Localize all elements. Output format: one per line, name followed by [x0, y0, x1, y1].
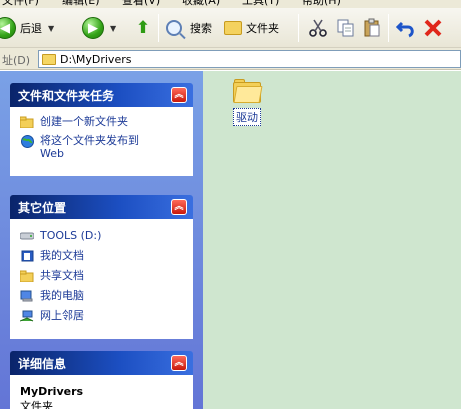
drive-icon — [20, 230, 34, 242]
task-publish-web-label: 将这个文件夹发布到 Web — [40, 134, 139, 160]
details-item-type: 文件夹 — [20, 400, 53, 409]
forward-button[interactable]: ▶ ▼ — [82, 15, 116, 41]
toolbar-separator — [158, 14, 159, 42]
details-title: 详细信息 — [18, 356, 67, 371]
globe-icon — [20, 134, 34, 148]
details-panel: 详细信息 ︽ MyDrivers 文件夹 — [10, 351, 193, 409]
folder-icon — [42, 53, 56, 65]
details-body: MyDrivers 文件夹 — [10, 375, 193, 409]
chevron-down-icon[interactable]: ▼ — [110, 24, 116, 33]
undo-icon — [396, 21, 414, 38]
folder-item[interactable]: 驱动 — [227, 79, 267, 126]
place-my-documents[interactable]: 我的文档 — [20, 249, 185, 262]
address-label: 址(D) — [2, 54, 31, 67]
place-my-documents-label: 我的文档 — [40, 249, 84, 262]
other-places-header[interactable]: 其它位置 ︽ — [10, 195, 193, 219]
task-new-folder[interactable]: 创建一个新文件夹 — [20, 115, 185, 128]
search-icon — [166, 20, 182, 36]
folder-up-icon: ⬆ — [135, 18, 151, 38]
chevron-down-icon[interactable]: ▼ — [48, 24, 54, 33]
details-item-name: MyDrivers — [20, 385, 84, 398]
place-tools-drive[interactable]: TOOLS (D:) — [20, 229, 185, 242]
collapse-icon[interactable]: ︽ — [171, 355, 187, 371]
folder-icon — [233, 79, 263, 103]
my-documents-icon — [20, 250, 34, 262]
collapse-icon[interactable]: ︽ — [171, 87, 187, 103]
menu-tools[interactable]: 工具(T) — [242, 0, 279, 8]
address-bar: 址(D) D:\MyDrivers — [0, 48, 461, 70]
delete-icon — [424, 19, 442, 37]
copy-button[interactable] — [336, 15, 356, 41]
search-label: 搜索 — [190, 22, 212, 35]
menu-view[interactable]: 查看(V) — [122, 0, 160, 8]
place-network-label: 网上邻居 — [40, 309, 84, 322]
new-folder-icon — [20, 116, 34, 128]
address-path: D:\MyDrivers — [60, 52, 132, 66]
file-tasks-panel: 文件和文件夹任务 ︽ 创建一个新文件夹 将这个文件夹发布到 Web — [10, 83, 193, 176]
copy-icon — [337, 19, 354, 37]
paste-button[interactable] — [362, 15, 382, 41]
back-arrow-icon: ◀ — [0, 17, 16, 39]
place-my-computer-label: 我的电脑 — [40, 289, 84, 302]
file-tasks-header[interactable]: 文件和文件夹任务 ︽ — [10, 83, 193, 107]
menu-bar: 文件(F) 编辑(E) 查看(V) 收藏(A) 工具(T) 帮助(H) — [0, 0, 461, 8]
paste-icon — [364, 18, 380, 37]
menu-edit[interactable]: 编辑(E) — [62, 0, 100, 8]
menu-help[interactable]: 帮助(H) — [302, 0, 341, 8]
task-new-folder-label: 创建一个新文件夹 — [40, 115, 128, 128]
other-places-panel: 其它位置 ︽ TOOLS (D:) 我的文档 共享文档 我的电脑 网上邻居 — [10, 195, 193, 339]
place-shared-documents-label: 共享文档 — [40, 269, 84, 282]
delete-button[interactable] — [422, 15, 444, 41]
folder-item-label: 驱动 — [233, 108, 261, 126]
task-pane: 文件和文件夹任务 ︽ 创建一个新文件夹 将这个文件夹发布到 Web 其它位置 ︽ — [0, 71, 203, 409]
computer-icon — [20, 290, 34, 302]
collapse-icon[interactable]: ︽ — [171, 199, 187, 215]
back-label: 后退 — [20, 22, 42, 35]
toolbar-separator — [298, 14, 299, 42]
place-shared-documents[interactable]: 共享文档 — [20, 269, 185, 282]
forward-arrow-icon: ▶ — [82, 17, 104, 39]
place-tools-drive-label: TOOLS (D:) — [40, 229, 102, 242]
file-tasks-title: 文件和文件夹任务 — [18, 88, 115, 103]
cut-button[interactable] — [308, 15, 328, 41]
scissors-icon — [309, 19, 327, 37]
back-button[interactable]: ◀ 后退 ▼ — [0, 15, 54, 41]
shared-folder-icon — [20, 270, 34, 282]
address-input[interactable]: D:\MyDrivers — [38, 50, 461, 68]
menu-favorites[interactable]: 收藏(A) — [182, 0, 220, 8]
up-button[interactable]: ⬆ — [134, 15, 152, 41]
undo-button[interactable] — [396, 15, 418, 41]
toolbar-separator — [388, 14, 389, 42]
network-icon — [20, 310, 34, 322]
menu-file[interactable]: 文件(F) — [2, 0, 39, 8]
folder-icon — [224, 21, 242, 35]
toolbar: ◀ 后退 ▼ ▶ ▼ ⬆ 搜索 文件夹 — [0, 8, 461, 48]
task-publish-web[interactable]: 将这个文件夹发布到 Web — [20, 134, 185, 160]
other-places-body: TOOLS (D:) 我的文档 共享文档 我的电脑 网上邻居 — [10, 219, 193, 339]
search-button[interactable]: 搜索 — [166, 15, 212, 41]
file-tasks-body: 创建一个新文件夹 将这个文件夹发布到 Web — [10, 107, 193, 176]
folders-button[interactable]: 文件夹 — [224, 15, 279, 41]
place-my-computer[interactable]: 我的电脑 — [20, 289, 185, 302]
details-header[interactable]: 详细信息 ︽ — [10, 351, 193, 375]
other-places-title: 其它位置 — [18, 200, 67, 215]
file-list-area[interactable]: 驱动 — [203, 71, 461, 409]
folders-label: 文件夹 — [246, 22, 279, 35]
place-network[interactable]: 网上邻居 — [20, 309, 185, 322]
